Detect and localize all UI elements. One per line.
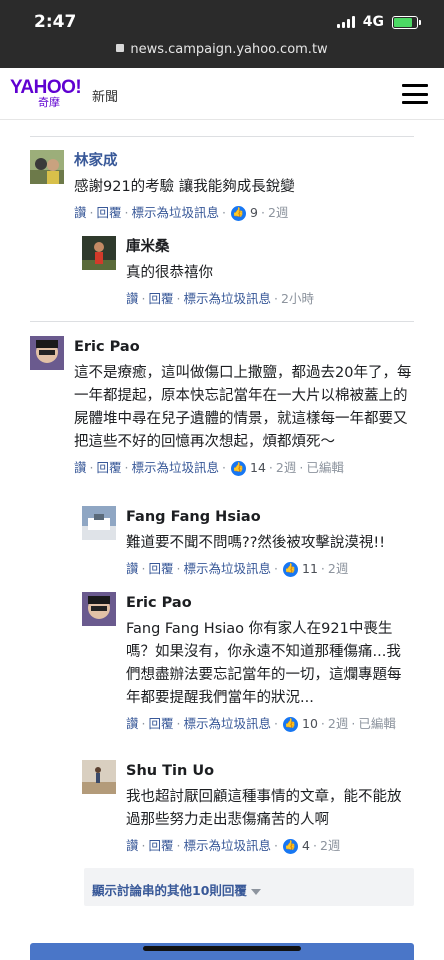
reply-link[interactable]: 回覆 [149, 291, 174, 307]
like-count: 4 [302, 838, 310, 853]
comment-item: Eric Pao 這不是療癒，這叫做傷口上撒鹽，都過去20年了，每一年都提起，原… [30, 336, 414, 496]
commenter-name[interactable]: 林家成 [74, 152, 414, 170]
reply-link[interactable]: 回覆 [149, 838, 174, 854]
thumbs-up-icon: 👍 [231, 205, 246, 221]
mark-spam-link[interactable]: 標示為垃圾訊息 [184, 561, 272, 577]
avatar[interactable] [82, 236, 116, 270]
status-time: 2:47 [34, 12, 77, 32]
browser-chrome: 2:47 4G news.campaign.yahoo.com.tw [0, 0, 444, 68]
reply-item: Eric Pao Fang Fang Hsiao 你有家人在921中喪生嗎？如果… [82, 592, 414, 752]
reply-body: Fang Fang Hsiao 難道要不聞不問嗎??然後被攻擊說漠視!! 讚 · … [126, 508, 414, 577]
like-count: 14 [250, 460, 266, 475]
comment-actions: 讚 · 回覆 · 標示為垃圾訊息 · 👍 10 · 2週 · 已編輯 [126, 716, 396, 732]
edited-label: 已編輯 [306, 460, 344, 475]
avatar[interactable] [82, 760, 116, 794]
comment-text: 我也超討厭回顧這種事情的文章，能不能放過那些努力走出悲傷痛苦的人啊 [126, 789, 402, 828]
url-text: news.campaign.yahoo.com.tw [130, 42, 328, 57]
divider [30, 321, 414, 322]
reply-item: Shu Tin Uo 我也超討厭回顧這種事情的文章，能不能放過那些努力走出悲傷痛… [82, 760, 414, 860]
network-label: 4G [362, 14, 384, 30]
lock-icon [116, 44, 125, 52]
reply-link[interactable]: 回覆 [149, 561, 174, 577]
divider [30, 136, 414, 137]
caret-down-icon [250, 888, 261, 895]
reply-item: Fang Fang Hsiao 難道要不聞不問嗎??然後被攻擊說漠視!! 讚 · … [82, 506, 414, 577]
commenter-name[interactable]: 庫米桑 [126, 238, 414, 256]
reply-body: Eric Pao Fang Fang Hsiao 你有家人在921中喪生嗎？如果… [126, 594, 414, 732]
avatar[interactable] [82, 506, 116, 540]
thumbs-up-icon: 👍 [231, 460, 246, 476]
comment-text: 感謝921的考驗 讓我能夠成長銳變 [74, 179, 295, 195]
avatar[interactable] [82, 592, 116, 626]
like-count: 11 [302, 561, 318, 576]
site-header: YAHOO! 奇摩 新聞 [0, 68, 444, 120]
battery-icon [392, 15, 421, 29]
comment-body: 林家成 感謝921的考驗 讓我能夠成長銳變 讚 · 回覆 · 標示為垃圾訊息 · 👍 … [74, 152, 414, 221]
reply-body: Shu Tin Uo 我也超討厭回顧這種事情的文章，能不能放過那些努力走出悲傷痛… [126, 762, 414, 854]
comment-actions: 讚 · 回覆 · 標示為垃圾訊息 · 2小時 [126, 291, 314, 307]
comment-text: 這不是療癒，這叫做傷口上撒鹽，都過去20年了，每一年都提起，原本快忘記當年在一大… [74, 365, 412, 450]
more-replies-label: 顯示討論串的其他10則回覆 [92, 883, 247, 898]
reply-link[interactable]: 回覆 [149, 716, 174, 732]
thumbs-up-icon: 👍 [283, 561, 298, 577]
show-more-replies-button[interactable]: 顯示討論串的其他10則回覆 [84, 868, 414, 906]
like-link[interactable]: 讚 [126, 561, 139, 577]
like-count: 9 [250, 205, 258, 220]
like-link[interactable]: 讚 [126, 838, 139, 854]
avatar[interactable] [30, 150, 64, 184]
like-count: 10 [302, 716, 318, 731]
timestamp[interactable]: 2小時 [281, 291, 314, 307]
logo-sub: 奇摩 [38, 97, 60, 109]
timestamp[interactable]: 2週 [276, 460, 296, 476]
logo-main: YAHOO! [10, 77, 82, 98]
mark-spam-link[interactable]: 標示為垃圾訊息 [184, 291, 272, 307]
reply-link[interactable]: 回覆 [97, 460, 122, 476]
mark-spam-link[interactable]: 標示為垃圾訊息 [184, 838, 272, 854]
menu-icon[interactable] [402, 84, 428, 104]
commenter-name[interactable]: Shu Tin Uo [126, 762, 414, 780]
commenter-name[interactable]: Fang Fang Hsiao [126, 508, 414, 526]
comment-actions: 讚 · 回覆 · 標示為垃圾訊息 · 👍 4 · 2週 [126, 838, 341, 854]
timestamp[interactable]: 2週 [320, 838, 340, 854]
signal-icon [336, 16, 355, 28]
yahoo-logo[interactable]: YAHOO! 奇摩 [10, 77, 82, 110]
section-label[interactable]: 新聞 [92, 86, 118, 105]
reply-item: 庫米桑 真的很恭禧你 讚 · 回覆 · 標示為垃圾訊息 · 2小時 [82, 236, 414, 316]
commenter-name[interactable]: Eric Pao [126, 594, 414, 612]
edited-label: 已編輯 [358, 716, 396, 731]
timestamp[interactable]: 2週 [328, 716, 348, 732]
comment-text: Fang Fang Hsiao 你有家人在921中喪生嗎？如果沒有，你永遠不知道… [126, 621, 402, 706]
reply-link[interactable]: 回覆 [97, 205, 122, 221]
status-icons: 4G [336, 14, 421, 30]
comment-body: Eric Pao 這不是療癒，這叫做傷口上撒鹽，都過去20年了，每一年都提起，原… [74, 338, 414, 476]
thumbs-up-icon: 👍 [283, 716, 298, 732]
reply-body: 庫米桑 真的很恭禧你 讚 · 回覆 · 標示為垃圾訊息 · 2小時 [126, 238, 414, 307]
thumbs-up-icon: 👍 [283, 838, 298, 854]
home-indicator [143, 946, 301, 951]
like-link[interactable]: 讚 [126, 291, 139, 307]
mark-spam-link[interactable]: 標示為垃圾訊息 [132, 460, 220, 476]
mark-spam-link[interactable]: 標示為垃圾訊息 [184, 716, 272, 732]
timestamp[interactable]: 2週 [268, 205, 288, 221]
comment-text: 真的很恭禧你 [126, 265, 213, 281]
url-bar[interactable]: news.campaign.yahoo.com.tw [0, 42, 444, 57]
comment-actions: 讚 · 回覆 · 標示為垃圾訊息 · 👍 11 · 2週 [126, 561, 349, 577]
like-link[interactable]: 讚 [126, 716, 139, 732]
comment-actions: 讚 · 回覆 · 標示為垃圾訊息 · 👍 9 · 2週 [74, 205, 289, 221]
mark-spam-link[interactable]: 標示為垃圾訊息 [132, 205, 220, 221]
commenter-name[interactable]: Eric Pao [74, 338, 414, 356]
like-link[interactable]: 讚 [74, 205, 87, 221]
like-link[interactable]: 讚 [74, 460, 87, 476]
comment-actions: 讚 · 回覆 · 標示為垃圾訊息 · 👍 14 · 2週 · 已編輯 [74, 460, 344, 476]
avatar[interactable] [30, 336, 64, 370]
comment-text: 難道要不聞不問嗎??然後被攻擊說漠視!! [126, 535, 386, 551]
timestamp[interactable]: 2週 [328, 561, 348, 577]
